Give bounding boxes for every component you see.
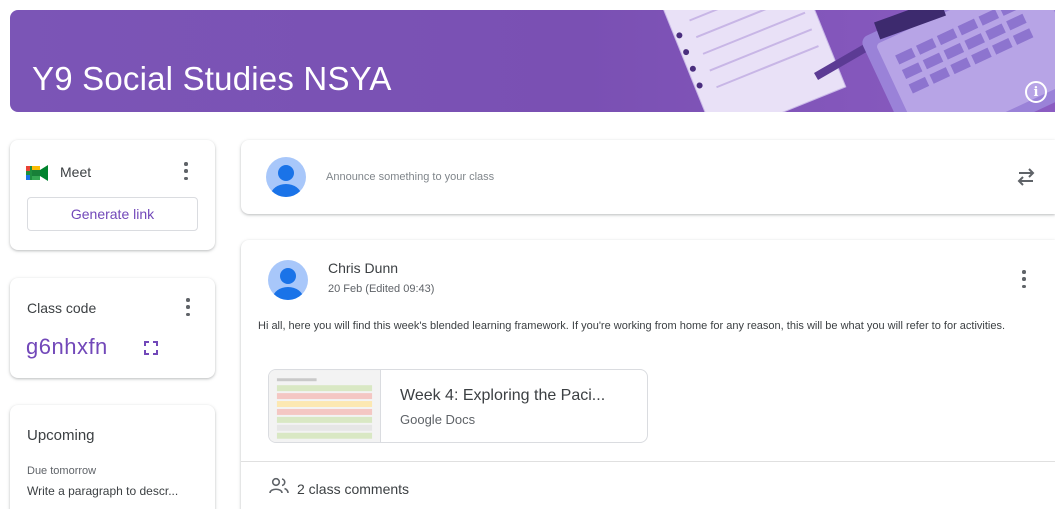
- post-date: 20 Feb (Edited 09:43): [328, 283, 435, 295]
- reuse-post-icon[interactable]: [1016, 166, 1036, 188]
- document-thumbnail: [269, 370, 381, 442]
- meet-more-options-icon[interactable]: [181, 162, 191, 180]
- google-meet-icon: [26, 165, 48, 181]
- attachment-card[interactable]: Week 4: Exploring the Paci... Google Doc…: [268, 369, 648, 443]
- upcoming-title: Upcoming: [27, 427, 95, 444]
- upcoming-assignment-link[interactable]: Write a paragraph to descr...: [27, 484, 178, 498]
- class-code-value: g6nhxfn: [26, 334, 108, 359]
- upcoming-card: Upcoming Due tomorrow Write a paragraph …: [10, 405, 215, 509]
- class-banner: Y9 Social Studies NSYA i: [10, 10, 1055, 112]
- author-avatar: [268, 260, 308, 300]
- fullscreen-icon[interactable]: [144, 341, 158, 355]
- upcoming-due-label: Due tomorrow: [27, 465, 97, 477]
- class-info-icon[interactable]: i: [1025, 81, 1047, 103]
- people-icon: [269, 477, 289, 494]
- attachment-title[interactable]: Week 4: Exploring the Paci...: [400, 387, 605, 405]
- announce-placeholder[interactable]: Announce something to your class: [326, 171, 494, 183]
- post-divider: [241, 461, 1055, 462]
- class-code-card: Class code g6nhxfn: [10, 278, 215, 378]
- class-comments-link[interactable]: 2 class comments: [297, 481, 409, 497]
- stream-post: Chris Dunn 20 Feb (Edited 09:43) Hi all,…: [241, 240, 1055, 509]
- post-author: Chris Dunn: [328, 260, 399, 276]
- class-code-label: Class code: [27, 300, 97, 316]
- generate-link-button[interactable]: Generate link: [27, 197, 198, 231]
- class-title: Y9 Social Studies NSYA: [32, 60, 392, 97]
- meet-card: Meet Generate link: [10, 140, 215, 250]
- attachment-type: Google Docs: [400, 412, 476, 427]
- user-avatar: [266, 157, 306, 197]
- class-code-more-options-icon[interactable]: [183, 298, 193, 316]
- post-body: Hi all, here you will find this week's b…: [258, 320, 1006, 332]
- post-more-options-icon[interactable]: [1019, 270, 1029, 288]
- announce-box[interactable]: Announce something to your class: [241, 140, 1055, 214]
- banner-illustration: [659, 10, 1055, 112]
- meet-label: Meet: [60, 164, 92, 180]
